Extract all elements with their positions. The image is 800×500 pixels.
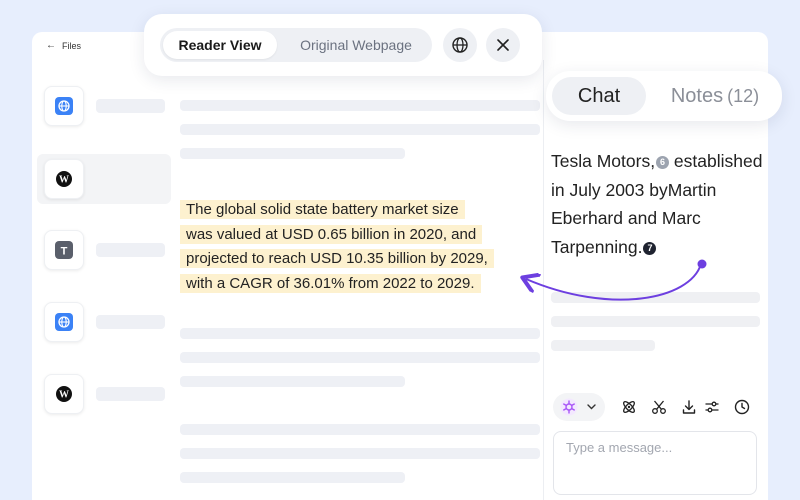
view-toggle: Reader View Original Webpage bbox=[160, 28, 432, 62]
text-placeholder bbox=[180, 328, 540, 339]
reader-view-button[interactable]: Reader View bbox=[163, 31, 277, 59]
highlight-line: was valued at USD 0.65 billion in 2020, … bbox=[180, 224, 483, 244]
sliders-icon bbox=[705, 401, 719, 413]
chevron-down-icon bbox=[587, 404, 596, 410]
history-button[interactable] bbox=[732, 397, 752, 417]
original-webpage-button[interactable]: Original Webpage bbox=[288, 31, 424, 59]
notes-count: (12) bbox=[727, 85, 760, 106]
highlight-line: The global solid state battery market si… bbox=[180, 200, 465, 219]
text-placeholder bbox=[180, 472, 405, 483]
tab-chat-label: Chat bbox=[577, 84, 621, 107]
sidebar-item-5[interactable]: W bbox=[44, 374, 172, 414]
t-text-icon: T bbox=[44, 230, 84, 270]
openai-logo-icon bbox=[560, 398, 578, 416]
atom-icon bbox=[623, 401, 635, 413]
sidebar-item-2[interactable]: W bbox=[37, 154, 171, 204]
clock-icon bbox=[734, 399, 750, 415]
files-label: Files bbox=[62, 40, 82, 51]
text-placeholder bbox=[551, 340, 655, 351]
svg-text:W: W bbox=[59, 390, 69, 401]
text-placeholder bbox=[180, 100, 540, 111]
close-button[interactable] bbox=[486, 28, 520, 62]
close-icon bbox=[497, 39, 509, 51]
text-placeholder bbox=[551, 292, 760, 303]
text-placeholder bbox=[180, 352, 540, 363]
chat-answer: Tesla Motors, 6 established in July 2003 … bbox=[551, 147, 771, 261]
text-placeholder bbox=[180, 448, 540, 459]
text-placeholder bbox=[180, 424, 540, 435]
sidebar-item-1[interactable] bbox=[44, 86, 172, 126]
sidebar-item-3[interactable]: T bbox=[44, 230, 172, 270]
svg-text:T: T bbox=[61, 246, 68, 258]
sliders-button[interactable] bbox=[702, 397, 722, 417]
globe-icon bbox=[44, 86, 84, 126]
message-input[interactable] bbox=[553, 431, 757, 495]
text-placeholder bbox=[180, 124, 540, 135]
scissors-button[interactable] bbox=[649, 397, 669, 417]
model-selector[interactable] bbox=[553, 393, 605, 421]
arrow-left-icon[interactable]: ← bbox=[46, 40, 56, 51]
atom-button[interactable] bbox=[619, 397, 639, 417]
highlight-line: projected to reach USD 10.35 billion by … bbox=[180, 249, 494, 268]
answer-text: Tesla Motors, bbox=[551, 151, 656, 171]
panel-tabs: Chat Notes (12) bbox=[546, 71, 782, 121]
download-icon bbox=[682, 400, 696, 414]
text-placeholder bbox=[180, 148, 405, 159]
sidebar-item-placeholder bbox=[96, 243, 165, 257]
w-logo-icon: W bbox=[44, 374, 84, 414]
highlighted-passage: The global solid state battery market si… bbox=[180, 198, 540, 296]
svg-text:W: W bbox=[59, 175, 69, 186]
globe-icon bbox=[452, 37, 468, 53]
sidebar-item-placeholder bbox=[96, 99, 165, 113]
citation-badge[interactable]: 6 bbox=[656, 156, 670, 169]
citation-badge[interactable]: 7 bbox=[643, 241, 657, 255]
tab-notes-label: Notes bbox=[670, 84, 724, 107]
tab-chat[interactable]: Chat bbox=[552, 77, 646, 115]
globe-icon bbox=[44, 302, 84, 342]
highlight-line: with a CAGR of 36.01% from 2022 to 2029. bbox=[180, 273, 481, 293]
text-placeholder bbox=[551, 316, 760, 327]
panel-divider bbox=[543, 60, 544, 500]
sidebar-item-4[interactable] bbox=[44, 302, 172, 342]
text-placeholder bbox=[180, 376, 405, 387]
download-button[interactable] bbox=[679, 397, 699, 417]
scissors-icon bbox=[652, 400, 666, 414]
view-toolbar: Reader View Original Webpage bbox=[144, 14, 542, 76]
sidebar-item-placeholder bbox=[96, 387, 165, 401]
files-header[interactable]: ← Files bbox=[46, 40, 81, 51]
tab-notes[interactable]: Notes (12) bbox=[656, 77, 774, 115]
w-logo-icon: W bbox=[44, 159, 84, 199]
globe-button[interactable] bbox=[443, 28, 477, 62]
sidebar-item-placeholder bbox=[96, 315, 165, 329]
